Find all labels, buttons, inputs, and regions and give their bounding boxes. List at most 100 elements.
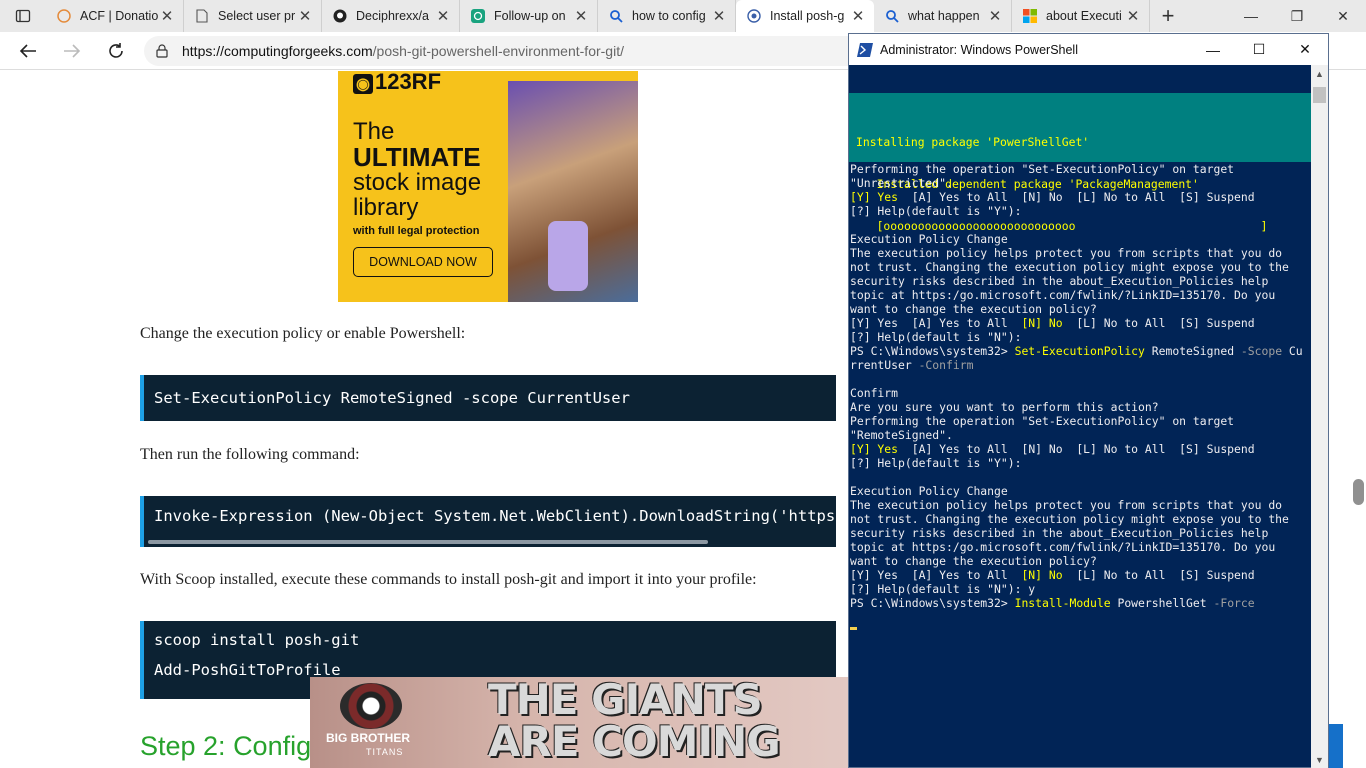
tab-title: how to config <box>632 9 706 23</box>
page-scrollbar[interactable] <box>1350 71 1366 768</box>
powershell-title-bar[interactable]: Administrator: Windows PowerShell — ☐ ✕ <box>849 34 1328 65</box>
console-line: want to change the execution policy? <box>850 302 1097 316</box>
tab-title: ACF | Donatio <box>80 9 159 23</box>
ad-line1: The <box>353 118 395 145</box>
minimize-button[interactable]: — <box>1228 0 1274 32</box>
banner-headline: THE GIANTS ARE COMING <box>488 679 781 763</box>
close-tab-icon[interactable]: ✕ <box>711 7 727 25</box>
banner-brand: BIG BROTHER <box>326 731 410 745</box>
tab-title: about Executi <box>1046 9 1122 23</box>
ad-download-button[interactable]: DOWNLOAD NOW <box>353 247 493 277</box>
page-scrollbar-thumb[interactable] <box>1353 479 1364 505</box>
ps-minimize-button[interactable]: — <box>1190 34 1236 65</box>
console-line: topic at https:/go.microsoft.com/fwlink/… <box>850 540 1276 554</box>
back-button[interactable] <box>6 32 50 70</box>
ps-close-button[interactable]: ✕ <box>1282 34 1328 65</box>
console-line: Performing the operation "Set-ExecutionP… <box>850 414 1235 428</box>
close-tab-icon[interactable]: ✕ <box>850 7 866 25</box>
big-brother-banner-ad[interactable]: BIG BROTHER TITANS THE GIANTS ARE COMING <box>310 677 850 768</box>
powershell-icon <box>857 42 873 57</box>
tab-bar: ACF | Donatio ✕ Select user pr ✕ Deciphr… <box>0 0 1366 32</box>
plus-icon: + <box>1161 3 1175 28</box>
browser-window-controls: — ❐ ✕ <box>1228 0 1366 32</box>
console-line: [Y] Yes [A] Yes to All [N] No [L] No to … <box>850 316 1255 330</box>
console-line: PS C:\Windows\system32> Set-ExecutionPol… <box>850 344 1303 358</box>
ad-line4: library <box>353 194 419 221</box>
ps-maximize-button[interactable]: ☐ <box>1236 34 1282 65</box>
ps-scrollbar[interactable]: ▲ ▼ <box>1311 65 1328 768</box>
console-line: [Y] Yes [A] Yes to All [N] No [L] No to … <box>850 442 1255 456</box>
tab-acf[interactable]: ACF | Donatio ✕ <box>46 0 184 32</box>
code-horizontal-scrollbar[interactable] <box>148 540 708 544</box>
powershell-title: Administrator: Windows PowerShell <box>880 42 1078 57</box>
tab-actions-icon <box>15 9 31 23</box>
console-line: The execution policy helps protect you f… <box>850 246 1283 260</box>
close-tab-icon[interactable]: ✕ <box>435 7 451 25</box>
url-field[interactable]: https://computingforgeeks.com/posh-git-p… <box>144 36 944 66</box>
forward-arrow-icon <box>64 43 81 58</box>
close-tab-icon[interactable]: ✕ <box>1125 7 1141 25</box>
console-line: [Y] Yes [A] Yes to All [N] No [L] No to … <box>850 190 1255 204</box>
article-paragraph: Change the execution policy or enable Po… <box>140 325 466 342</box>
tab-title: Follow-up on <box>494 9 566 23</box>
console-output: Performing the operation "Set-ExecutionP… <box>850 162 1303 630</box>
tab-actions-button[interactable] <box>0 0 46 32</box>
lock-icon <box>156 44 168 58</box>
tab-title: Select user pr <box>218 9 296 23</box>
console-line: security risks described in the about_Ex… <box>850 526 1269 540</box>
console-line: Performing the operation "Set-ExecutionP… <box>850 162 1235 176</box>
code-block: Set-ExecutionPolicy RemoteSigned -scope … <box>140 375 836 421</box>
search-icon <box>884 8 900 24</box>
tab-search-config[interactable]: how to config ✕ <box>598 0 736 32</box>
code-line: scoop install posh-git <box>154 631 360 649</box>
console-line: [Y] Yes [A] Yes to All [N] No [L] No to … <box>850 568 1255 582</box>
code-block: Invoke-Expression (New-Object System.Net… <box>140 496 836 547</box>
tab-github[interactable]: Deciphrexx/a ✕ <box>322 0 460 32</box>
section-heading: Step 2: Config <box>140 731 312 761</box>
tab-install-posh-git[interactable]: Install posh-g ✕ <box>736 0 874 32</box>
tab-select-user[interactable]: Select user pr ✕ <box>184 0 322 32</box>
console-line: [?] Help(default is "N"): y <box>850 582 1036 596</box>
site-favicon <box>746 8 762 24</box>
powershell-console[interactable]: Installing package 'PowerShellGet' Insta… <box>849 65 1312 768</box>
console-line: not trust. Changing the execution policy… <box>850 512 1289 526</box>
restore-button[interactable]: ❐ <box>1274 0 1320 32</box>
close-tab-icon[interactable]: ✕ <box>297 7 313 25</box>
github-icon <box>332 8 348 24</box>
scroll-down-icon[interactable]: ▼ <box>1311 751 1328 768</box>
windows-icon <box>1022 8 1038 24</box>
camera-icon: ◉ <box>353 74 373 94</box>
tab-about-execution[interactable]: about Executi ✕ <box>1012 0 1150 32</box>
page-floating-element[interactable] <box>1329 724 1343 768</box>
scroll-up-icon[interactable]: ▲ <box>1311 65 1328 82</box>
powershell-window[interactable]: Administrator: Windows PowerShell — ☐ ✕ … <box>848 33 1329 768</box>
close-tab-icon[interactable]: ✕ <box>987 7 1003 25</box>
tab-search-what-happen[interactable]: what happen ✕ <box>874 0 1012 32</box>
back-arrow-icon <box>19 43 36 58</box>
console-line: topic at https:/go.microsoft.com/fwlink/… <box>850 288 1276 302</box>
close-tab-icon[interactable]: ✕ <box>573 7 589 25</box>
ps-scrollbar-thumb[interactable] <box>1313 87 1326 103</box>
console-line: want to change the execution policy? <box>850 554 1097 568</box>
console-line: rrentUser -Confirm <box>850 358 974 372</box>
console-line: [?] Help(default is "Y"): <box>850 456 1022 470</box>
page-gap <box>1329 70 1350 768</box>
ad-line5: with full legal protection <box>353 225 480 237</box>
stock-image-ad[interactable]: ◉ 123RF The ULTIMATE stock image library … <box>338 71 638 302</box>
code-line: Set-ExecutionPolicy RemoteSigned -scope … <box>154 389 630 407</box>
close-button[interactable]: ✕ <box>1320 0 1366 32</box>
new-tab-button[interactable]: + <box>1150 0 1186 32</box>
console-line: [?] Help(default is "N"): <box>850 330 1022 344</box>
search-icon <box>608 8 624 24</box>
console-line: not trust. Changing the execution policy… <box>850 260 1289 274</box>
console-cursor <box>850 610 1303 630</box>
tab-title: what happen <box>908 9 980 23</box>
forward-button[interactable] <box>50 32 94 70</box>
tab-chatgpt[interactable]: Follow-up on ✕ <box>460 0 598 32</box>
refresh-button[interactable] <box>94 32 138 70</box>
close-tab-icon[interactable]: ✕ <box>159 7 175 25</box>
url-host: https://computingforgeeks.com <box>182 43 373 59</box>
refresh-icon <box>109 42 123 58</box>
